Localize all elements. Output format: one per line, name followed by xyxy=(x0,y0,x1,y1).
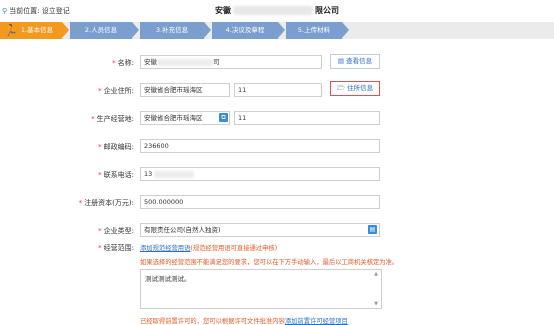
step-resolution-charter[interactable]: 4.决议及章程 xyxy=(212,22,278,39)
step-personnel-info[interactable]: 2.人员信息 xyxy=(70,22,132,39)
redacted-block xyxy=(154,170,195,178)
residence-info-button[interactable]: 🗁 住所信息 xyxy=(330,81,380,96)
business-scope-label: * 经营范围: xyxy=(98,244,134,252)
step-arrow xyxy=(132,22,139,38)
company-type-select[interactable]: 有限责任公司(自然人独资) xyxy=(140,223,380,237)
step-label: 2.人员信息 xyxy=(84,26,118,34)
runner-icon: 🏃 xyxy=(4,24,18,37)
step-upload-materials[interactable]: 5.上传材料 xyxy=(286,22,342,39)
postal-code-input[interactable]: 236600 xyxy=(140,139,380,153)
step-supplementary-info[interactable]: 3.补充信息 xyxy=(140,22,204,39)
redacted-block xyxy=(157,58,213,66)
company-suffix: 限公司 xyxy=(315,6,339,15)
capital-label: * 注册资本(万元): xyxy=(78,199,134,207)
scroll-up-icon[interactable]: ▲ xyxy=(372,271,380,277)
scroll-down-icon[interactable]: ▼ xyxy=(372,301,380,307)
copy-icon[interactable]: ⧉ xyxy=(219,113,228,122)
step-label: 4.决议及章程 xyxy=(225,26,265,34)
name-input[interactable]: 安徽司 xyxy=(140,55,322,69)
business-scope-textarea[interactable]: 测试测试测试。 ▲ ▼ xyxy=(140,269,382,309)
textarea-scrollbar[interactable]: ▲ ▼ xyxy=(372,271,380,307)
step-label: 5.上传材料 xyxy=(297,26,331,34)
step-arrow xyxy=(278,22,285,38)
residence-input[interactable]: 安徽省合肥市瑶海区 xyxy=(140,83,230,97)
business-place-input[interactable]: 安徽省合肥市瑶海区 xyxy=(140,111,230,125)
name-label: * 名称: xyxy=(112,59,134,67)
business-place-label: * 生产经营地: xyxy=(91,115,134,123)
phone-input[interactable]: 13 xyxy=(140,167,380,181)
step-label: 1.基本信息 xyxy=(20,26,54,34)
postal-code-label: * 邮政编码: xyxy=(98,143,134,151)
residence-detail-input[interactable]: 11 xyxy=(234,83,322,97)
step-label: 3.补充信息 xyxy=(155,26,189,34)
step-basic-info[interactable]: 🏃 1.基本信息 xyxy=(0,22,62,39)
capital-input[interactable]: 500.000000 xyxy=(140,195,380,209)
phone-label: * 联系电话: xyxy=(98,171,134,179)
folder-icon: 🗁 xyxy=(336,84,345,92)
view-info-button[interactable]: ▤ 查看信息 xyxy=(330,54,380,69)
step-arrow xyxy=(204,22,211,38)
redacted-block xyxy=(233,6,313,15)
document-icon: ▤ xyxy=(337,57,345,65)
step-arrow xyxy=(342,22,349,38)
scope-hint: (规范经营用语可直接通过申核) xyxy=(190,245,278,252)
company-type-label: * 企业类型: xyxy=(98,227,134,235)
scope-warning: 如果选择的经营范围不能满足您的要求，您可以在下方手动输入，最后以工商机关核定为准… xyxy=(140,259,399,266)
business-scope-links: 添加规范经营用语(规范经营用语可直接通过申核) xyxy=(140,243,277,252)
step-bar: 🏃 1.基本信息 2.人员信息 3.补充信息 4.决议及章程 5.上传材料 xyxy=(0,22,554,39)
top-bar: ⚲ 当前位置: 设立登记 安徽 限公司 xyxy=(0,0,554,22)
select-dropdown-icon[interactable]: ▤ xyxy=(368,225,377,234)
add-standard-scope-link[interactable]: 添加规范经营用语 xyxy=(140,245,190,252)
step-arrow xyxy=(62,22,69,38)
residence-label: * 企业住所: xyxy=(98,87,134,95)
company-title: 安徽 限公司 xyxy=(0,5,554,16)
business-place-detail-input[interactable]: 11 xyxy=(234,111,380,125)
company-prefix: 安徽 xyxy=(215,6,231,15)
